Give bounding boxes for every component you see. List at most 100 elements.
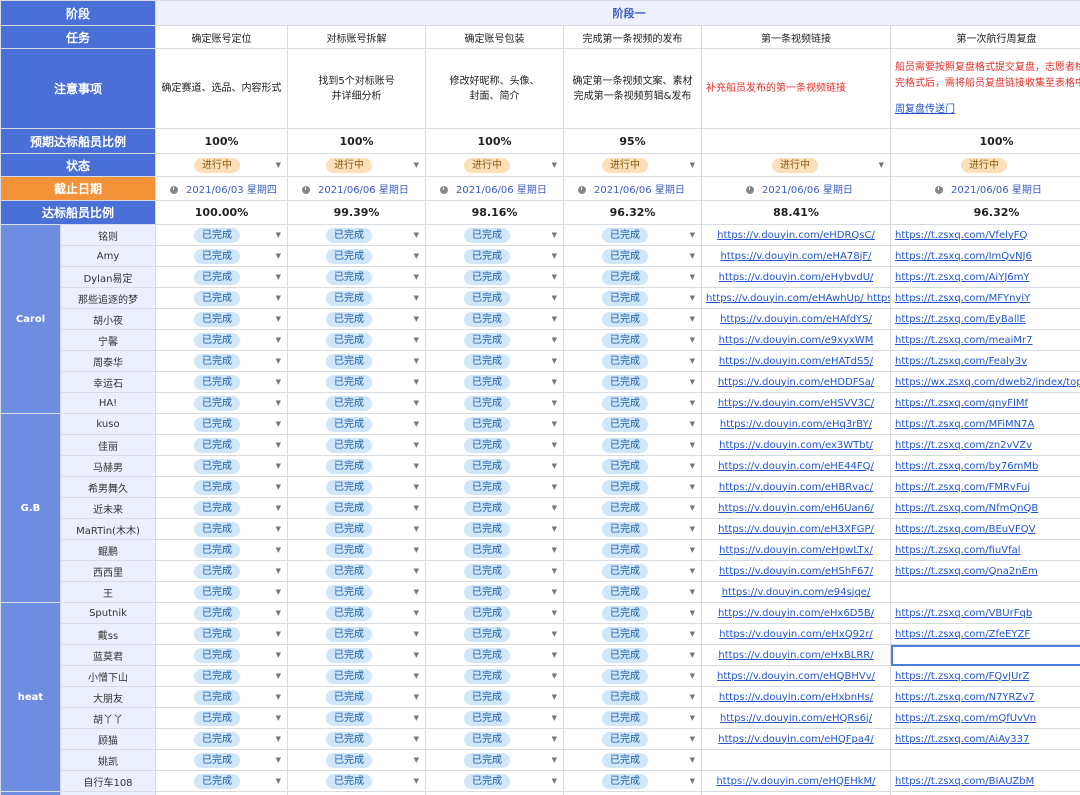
chevron-down-icon[interactable]: ▼ (690, 357, 695, 365)
chevron-down-icon[interactable]: ▼ (276, 378, 281, 386)
chevron-down-icon[interactable]: ▼ (552, 441, 557, 449)
group-name[interactable]: G.B (0, 413, 61, 603)
video-link-cell[interactable]: https://v.douyin.com/eHq3rBY/ (701, 413, 892, 435)
chevron-down-icon[interactable]: ▼ (690, 399, 695, 407)
member-name[interactable]: 大朋友 (59, 686, 157, 708)
chevron-down-icon[interactable]: ▼ (552, 357, 557, 365)
status-cell[interactable]: 已完成 ▼ (287, 686, 427, 708)
chevron-down-icon[interactable]: ▼ (414, 588, 419, 596)
review-link-cell[interactable] (890, 749, 1080, 771)
status-cell[interactable]: 已完成 ▼ (425, 623, 565, 645)
video-link-cell[interactable]: https://v.douyin.com/eHxQ92r/ (701, 623, 892, 645)
chevron-down-icon[interactable]: ▼ (690, 672, 695, 680)
chevron-down-icon[interactable]: ▼ (552, 336, 557, 344)
chevron-down-icon[interactable]: ▼ (276, 588, 281, 596)
review-link-cell[interactable]: https://t.zsxq.com/VfelyFQ (890, 224, 1080, 246)
video-link-cell[interactable]: https://v.douyin.com/eHA78jF/ (701, 245, 892, 267)
chevron-down-icon[interactable]: ▼ (552, 693, 557, 701)
review-link-cell[interactable]: https://t.zsxq.com/AiAy337 (890, 728, 1080, 750)
rate-cell[interactable]: 98.16% (425, 200, 565, 225)
task-cell[interactable]: 确定账号定位 (155, 25, 289, 49)
chevron-down-icon[interactable]: ▼ (690, 273, 695, 281)
review-link[interactable]: https://t.zsxq.com/ImQvNJ6 (895, 251, 1032, 262)
review-link[interactable]: https://t.zsxq.com/MFiMN7A (895, 419, 1034, 430)
review-link-cell[interactable]: https://t.zsxq.com/by76mMb (890, 455, 1080, 477)
member-name[interactable]: 希男舞久 (59, 476, 157, 498)
review-link[interactable]: https://t.zsxq.com/Fealy3v (895, 356, 1027, 367)
chevron-down-icon[interactable]: ▼ (414, 441, 419, 449)
status-cell[interactable]: 已完成 ▼ (287, 287, 427, 309)
chevron-down-icon[interactable]: ▼ (276, 546, 281, 554)
review-link-cell[interactable]: https://t.zsxq.com/BEuVFQV (890, 518, 1080, 540)
member-name[interactable]: 马赫男 (59, 455, 157, 477)
review-link[interactable]: https://t.zsxq.com/zn2vVZv (895, 440, 1032, 451)
video-link[interactable]: https://v.douyin.com/eHQFpa4/ (718, 734, 873, 745)
video-link[interactable]: https://v.douyin.com/eHq3rBY/ (720, 419, 872, 430)
video-link-cell[interactable]: https://v.douyin.com/eHATdS5/ (701, 350, 892, 372)
status-cell[interactable]: 已完成 ▼ (425, 686, 565, 708)
status-cell[interactable]: 已完成 ▼ (425, 539, 565, 561)
chevron-down-icon[interactable]: ▼ (690, 735, 695, 743)
review-link-cell[interactable]: https://t.zsxq.com/VBUrFqb (890, 602, 1080, 624)
chevron-down-icon[interactable]: ▼ (276, 252, 281, 260)
chevron-down-icon[interactable]: ▼ (414, 504, 419, 512)
review-link[interactable]: https://t.zsxq.com/MFYnyiY (895, 293, 1030, 304)
expected-cell[interactable]: 95% (563, 128, 703, 154)
video-link[interactable]: https://v.douyin.com/eHDDFSa/ (718, 377, 874, 388)
status-cell[interactable]: 已完成 ▼ (155, 308, 289, 330)
status-cell[interactable]: 已完成 ▼ (287, 392, 427, 414)
chevron-down-icon[interactable]: ▼ (276, 462, 281, 470)
status-cell[interactable]: 已完成 ▼ (287, 749, 427, 771)
video-link[interactable]: https://v.douyin.com/eHpwLTx/ (719, 545, 873, 556)
video-link[interactable]: https://v.douyin.com/eH6Uan6/ (718, 503, 873, 514)
video-link[interactable]: https://v.douyin.com/eHSVV3C/ (718, 398, 874, 409)
chevron-down-icon[interactable]: ▼ (552, 273, 557, 281)
review-link[interactable]: https://t.zsxq.com/qnyFIMf (895, 398, 1028, 409)
video-link[interactable]: https://v.douyin.com/eH3XFGP/ (718, 524, 874, 535)
chevron-down-icon[interactable]: ▼ (414, 525, 419, 533)
chevron-down-icon[interactable]: ▼ (552, 399, 557, 407)
review-link[interactable]: https://t.zsxq.com/ZfeEYZF (895, 629, 1030, 640)
chevron-down-icon[interactable]: ▼ (276, 315, 281, 323)
status-cell[interactable]: 已完成 ▼ (155, 539, 289, 561)
chevron-down-icon[interactable]: ▼ (414, 378, 419, 386)
chevron-down-icon[interactable]: ▼ (414, 483, 419, 491)
deadline-cell[interactable]: 2021/06/06 星期日 (890, 176, 1080, 201)
status-cell[interactable]: 已完成 ▼ (425, 497, 565, 519)
video-link[interactable]: https://v.douyin.com/eHShF67/ (719, 566, 873, 577)
expected-cell[interactable]: 100% (890, 128, 1080, 154)
status-cell[interactable]: 已完成 ▼ (563, 413, 703, 435)
review-link-cell[interactable]: https://t.zsxq.com/zn2vVZv (890, 434, 1080, 456)
chevron-down-icon[interactable]: ▼ (414, 714, 419, 722)
status-cell[interactable]: 已完成 ▼ (155, 728, 289, 750)
status-cell[interactable]: 已完成 ▼ (287, 308, 427, 330)
status-cell[interactable]: 已完成 ▼ (155, 707, 289, 729)
video-link-cell[interactable]: https://v.douyin.com/e94sjqe/ (701, 581, 892, 603)
chevron-down-icon[interactable]: ▼ (414, 294, 419, 302)
status-cell[interactable]: 已完成 ▼ (155, 644, 289, 666)
member-name[interactable]: 近未来 (59, 497, 157, 519)
chevron-down-icon[interactable]: ▼ (414, 630, 419, 638)
chevron-down-icon[interactable]: ▼ (276, 777, 281, 785)
video-link[interactable]: https://v.douyin.com/eHxBLRR/ (718, 650, 873, 661)
video-link[interactable]: https://v.douyin.com/eHATdS5/ (719, 356, 873, 367)
status-cell[interactable]: 已完成 ▼ (563, 560, 703, 582)
chevron-down-icon[interactable]: ▼ (690, 525, 695, 533)
status-cell[interactable]: 已完成 ▼ (563, 350, 703, 372)
review-link-cell[interactable]: https://t.zsxq.com/Qna2nEm (890, 560, 1080, 582)
status-cell[interactable]: 已完成 ▼ (155, 434, 289, 456)
chevron-down-icon[interactable]: ▼ (552, 630, 557, 638)
chevron-down-icon[interactable]: ▼ (552, 714, 557, 722)
member-name[interactable]: HA! (59, 392, 157, 414)
status-cell[interactable]: 已完成 ▼ (563, 497, 703, 519)
status-cell[interactable]: 已完成 ▼ (287, 539, 427, 561)
rate-cell[interactable]: 99.39% (287, 200, 427, 225)
chevron-down-icon[interactable]: ▼ (690, 756, 695, 764)
status-cell[interactable]: 已完成 ▼ (425, 455, 565, 477)
expected-cell[interactable] (701, 128, 892, 154)
expected-cell[interactable]: 100% (287, 128, 427, 154)
video-link-cell[interactable]: https://v.douyin.com/eHx6D5B/ (701, 602, 892, 624)
chevron-down-icon[interactable]: ▼ (414, 567, 419, 575)
deadline-cell[interactable]: 2021/06/06 星期日 (287, 176, 427, 201)
chevron-down-icon[interactable]: ▼ (414, 315, 419, 323)
